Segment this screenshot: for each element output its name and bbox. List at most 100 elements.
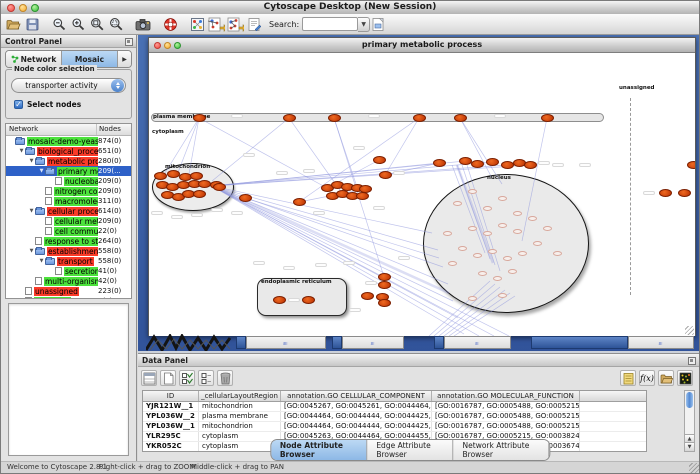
background-window-edge[interactable] (434, 336, 444, 349)
network-node-pale[interactable] (513, 211, 522, 216)
column-header[interactable]: annotation.GO MOLECULAR_FUNCTION (432, 391, 580, 401)
network-overview-icon[interactable] (189, 16, 206, 33)
network-node-pale[interactable] (473, 253, 482, 258)
tree-row[interactable]: cellular metabo209(0) (6, 216, 131, 226)
expand-arrow-icon[interactable]: ▼ (38, 258, 45, 264)
tree-row[interactable]: ▼establishment of lo558(0) (6, 246, 131, 256)
table-row[interactable]: YJR121W__1mitochondrion[GO:0045267, GO:0… (143, 402, 646, 412)
tab-node-attribute-browser[interactable]: Node Attribute Browser (271, 440, 367, 460)
network-node-pale[interactable] (488, 249, 497, 254)
network-node[interactable] (293, 198, 306, 206)
network-node[interactable] (361, 292, 374, 300)
tree-row[interactable]: cell communicat22(0) (6, 226, 131, 236)
background-window-titlebar[interactable] (531, 336, 628, 349)
network-node[interactable] (356, 192, 369, 200)
zoom-in-icon[interactable] (70, 16, 87, 33)
tab-network-attribute-browser[interactable]: Network Attribute Browser (454, 440, 550, 460)
float-panel-icon[interactable] (125, 38, 133, 46)
network-node[interactable] (471, 160, 484, 168)
expand-arrow-icon[interactable]: ▼ (38, 168, 45, 174)
network-node-pale[interactable] (453, 201, 462, 206)
network-node-pale[interactable] (448, 261, 457, 266)
delete-attribute-icon[interactable] (217, 370, 233, 386)
network-node-pale[interactable] (458, 246, 467, 251)
tab-overflow-arrow-icon[interactable]: ▶ (118, 51, 131, 67)
open-attributes-icon[interactable] (658, 370, 674, 386)
background-window-strip[interactable] (246, 336, 326, 349)
annotation-icon[interactable] (246, 16, 263, 33)
network-node-pale[interactable] (483, 231, 492, 236)
network-node[interactable] (190, 172, 203, 180)
tree-row[interactable]: nucleobase-209(0) (6, 176, 131, 186)
tree-row[interactable]: secretion41(0) (6, 266, 131, 276)
birds-eye-view[interactable] (8, 303, 129, 456)
network-node-pale[interactable] (478, 271, 487, 276)
background-window-fragment[interactable] (146, 334, 234, 352)
network-node[interactable] (379, 171, 392, 179)
network-node-pale[interactable] (443, 231, 452, 236)
network-node[interactable] (193, 190, 206, 198)
close-button[interactable] (7, 4, 15, 12)
import-list-icon[interactable] (620, 370, 636, 386)
network-node[interactable] (378, 281, 391, 289)
network-node[interactable] (454, 114, 467, 122)
window-resize-grip[interactable] (689, 463, 699, 473)
multi-checkbox-icon[interactable] (179, 370, 195, 386)
node-color-dropdown[interactable]: transporter activity (11, 78, 126, 93)
network-node[interactable] (273, 296, 286, 304)
apply-layout-b-icon[interactable] (227, 16, 244, 33)
network-node-pale[interactable] (468, 189, 477, 194)
tree-row[interactable]: response to stimul264(0) (6, 236, 131, 246)
network-node-pale[interactable] (533, 241, 542, 246)
zoom-button[interactable] (31, 4, 39, 12)
matrix-view-icon[interactable] (677, 370, 693, 386)
table-row[interactable]: YPL036W__1mitochondrion[GO:0044464, GO:0… (143, 422, 646, 432)
tree-row[interactable]: nitrogen compo209(0) (6, 186, 131, 196)
network-node[interactable] (678, 189, 691, 197)
background-window-strip[interactable] (342, 336, 404, 349)
network-node[interactable] (541, 114, 554, 122)
network-node[interactable] (193, 114, 206, 122)
snapshot-icon[interactable] (135, 16, 152, 33)
network-node-pale[interactable] (493, 276, 502, 281)
function-builder-icon[interactable]: f(x) (639, 370, 655, 386)
save-session-icon[interactable] (24, 16, 41, 33)
expand-arrow-icon[interactable]: ▼ (28, 158, 35, 164)
network-node[interactable] (213, 183, 226, 191)
tree-row[interactable]: ▼metabolic process280(0) (6, 156, 131, 166)
tree-row[interactable]: Overview8(0) (6, 296, 131, 299)
network-node[interactable] (283, 114, 296, 122)
background-window-edge[interactable] (236, 336, 246, 349)
tree-row[interactable]: ▼cellular process614(0) (6, 206, 131, 216)
tree-row[interactable]: ▼biological_process651(0) (6, 146, 131, 156)
network-node-pale[interactable] (498, 196, 507, 201)
tree-row[interactable]: multi-organism pro42(0) (6, 276, 131, 286)
network-node-pale[interactable] (543, 226, 552, 231)
network-node-pale[interactable] (498, 223, 507, 228)
network-node[interactable] (328, 114, 341, 122)
checkbox-list-icon[interactable] (198, 370, 214, 386)
network-node[interactable] (659, 189, 672, 197)
network-node-pale[interactable] (468, 296, 477, 301)
network-close-button[interactable] (154, 42, 161, 49)
table-scrollbar[interactable]: ▲ ▼ (684, 390, 695, 452)
network-canvas[interactable]: plasma membrane cytoplasm mitochondrion … (149, 53, 695, 336)
network-minimize-button[interactable] (164, 42, 171, 49)
tree-row[interactable]: unassigned223(0) (6, 286, 131, 296)
network-node[interactable] (687, 161, 695, 169)
network-node[interactable] (524, 161, 537, 169)
zoom-selected-icon[interactable] (108, 16, 125, 33)
network-node[interactable] (378, 273, 391, 281)
network-node[interactable] (373, 156, 386, 164)
network-zoom-button[interactable] (174, 42, 181, 49)
search-options-dropdown[interactable]: ▼ (358, 17, 370, 32)
attribute-select-icon[interactable] (141, 370, 157, 386)
network-node[interactable] (154, 172, 167, 180)
tree-row[interactable]: mosaic-demo-yeast874(0) (6, 136, 131, 146)
open-session-icon[interactable] (5, 16, 22, 33)
background-window-edge[interactable] (332, 336, 342, 349)
zoom-fit-icon[interactable] (89, 16, 106, 33)
network-node[interactable] (302, 296, 315, 304)
network-node-pale[interactable] (518, 251, 527, 256)
expand-arrow-icon[interactable]: ▼ (28, 248, 35, 254)
